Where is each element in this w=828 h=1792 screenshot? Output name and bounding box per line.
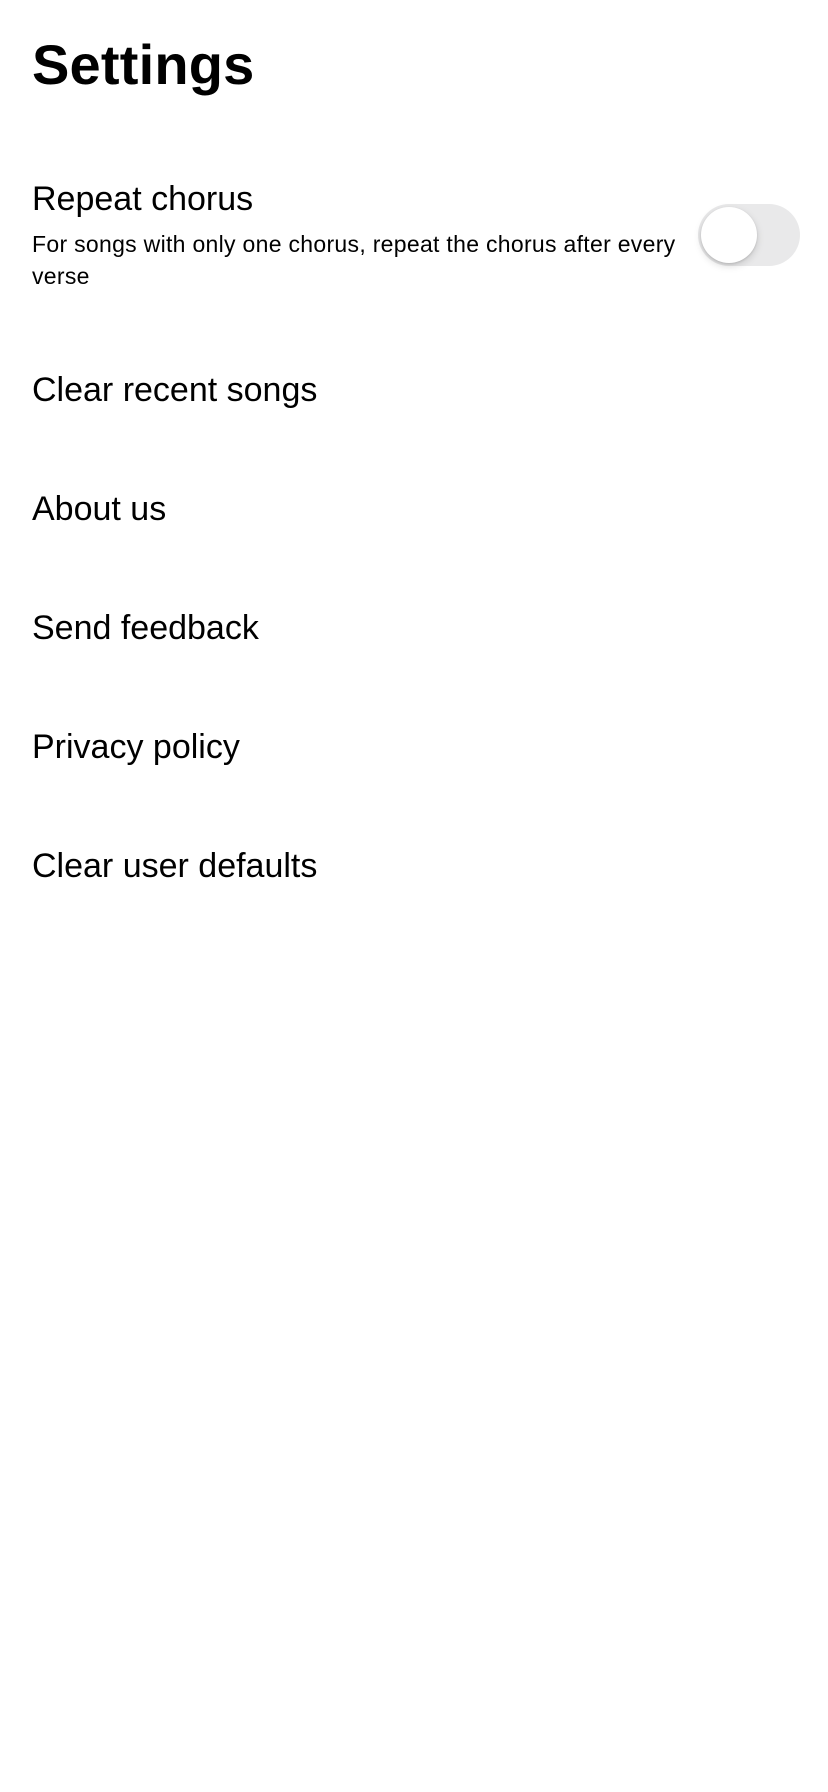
clear-user-defaults-button[interactable]: Clear user defaults <box>32 836 796 896</box>
page-title: Settings <box>32 33 255 96</box>
repeat-chorus-setting: Repeat chorus For songs with only one ch… <box>0 172 828 312</box>
about-us-button[interactable]: About us <box>32 479 796 539</box>
toggle-knob <box>701 207 757 263</box>
privacy-policy-button[interactable]: Privacy policy <box>32 717 796 777</box>
send-feedback-button[interactable]: Send feedback <box>32 598 796 658</box>
repeat-chorus-toggle[interactable] <box>698 204 800 266</box>
repeat-chorus-description: For songs with only one chorus, repeat t… <box>32 231 676 289</box>
settings-screen: Settings Repeat chorus For songs with on… <box>0 0 828 1792</box>
clear-recent-songs-button[interactable]: Clear recent songs <box>32 360 796 420</box>
repeat-chorus-label: Repeat chorus <box>32 180 254 218</box>
